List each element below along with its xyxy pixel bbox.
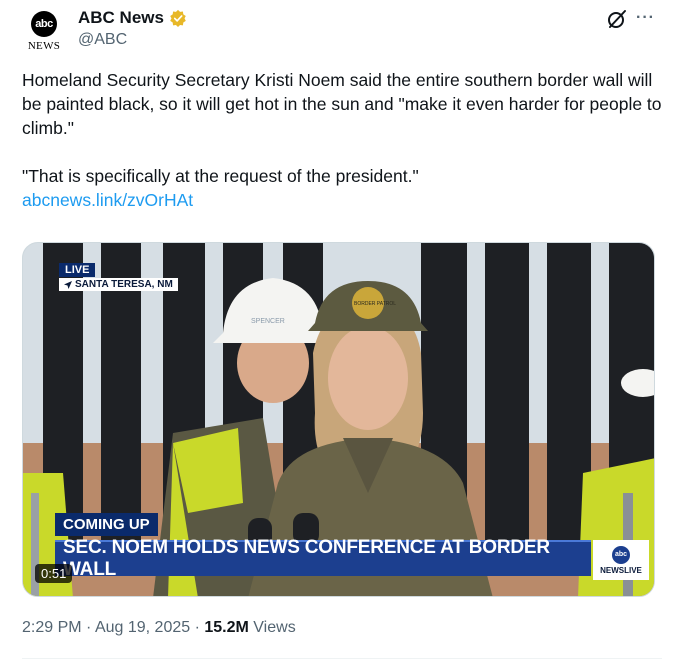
- views-count: 15.2M: [204, 619, 249, 636]
- author-name-row[interactable]: ABC News: [78, 8, 187, 28]
- meta-separator: ·: [86, 619, 92, 636]
- display-name[interactable]: ABC News: [78, 8, 164, 28]
- abc-logo-icon: abc: [31, 11, 57, 37]
- more-options-icon[interactable]: ···: [636, 9, 655, 27]
- location-text: SANTA TERESA, NM: [75, 279, 173, 290]
- post-time[interactable]: 2:29 PM: [22, 619, 82, 636]
- live-badge: LIVE: [59, 263, 96, 277]
- handle[interactable]: @ABC: [78, 31, 127, 49]
- lower-third-headline: SEC. NOEM HOLDS NEWS CONFERENCE AT BORDE…: [55, 537, 591, 580]
- video-duration: 0:51: [35, 564, 73, 583]
- tweet-meta: 2:29 PM · Aug 19, 2025 · 15.2M Views: [22, 619, 296, 637]
- avatar-subtext: NEWS: [27, 40, 61, 52]
- avatar[interactable]: abc NEWS: [22, 8, 66, 52]
- hardhat-label: SPENCER: [251, 318, 285, 325]
- coming-up-label: COMING UP: [55, 513, 158, 536]
- grok-icon[interactable]: [606, 8, 628, 30]
- location-label: SANTA TERESA, NM: [59, 278, 178, 291]
- newslive-brand: NEWSLIVE: [600, 565, 642, 575]
- gold-verified-icon: [170, 9, 186, 27]
- location-arrow-icon: [64, 280, 72, 289]
- views-label: Views: [253, 619, 296, 636]
- divider: [22, 658, 662, 659]
- video-player[interactable]: SPENCER BORDER PATROL LIVE SANTA TERESA,…: [22, 242, 655, 597]
- abc-logo-icon: abc: [612, 545, 630, 564]
- tweet-text: Homeland Security Secretary Kristi Noem …: [22, 68, 662, 212]
- tweet-body: Homeland Security Secretary Kristi Noem …: [22, 70, 662, 138]
- tweet-link[interactable]: abcnews.link/zvOrHAt: [22, 188, 662, 212]
- post-date[interactable]: Aug 19, 2025: [95, 619, 190, 636]
- tweet-quote: "That is specifically at the request of …: [22, 166, 419, 186]
- cap-label: BORDER PATROL: [354, 301, 396, 307]
- headline-text: SEC. NOEM HOLDS NEWS CONFERENCE AT BORDE…: [63, 537, 550, 580]
- abc-news-live-bug: abc NEWSLIVE: [593, 540, 649, 580]
- meta-separator: ·: [194, 619, 200, 636]
